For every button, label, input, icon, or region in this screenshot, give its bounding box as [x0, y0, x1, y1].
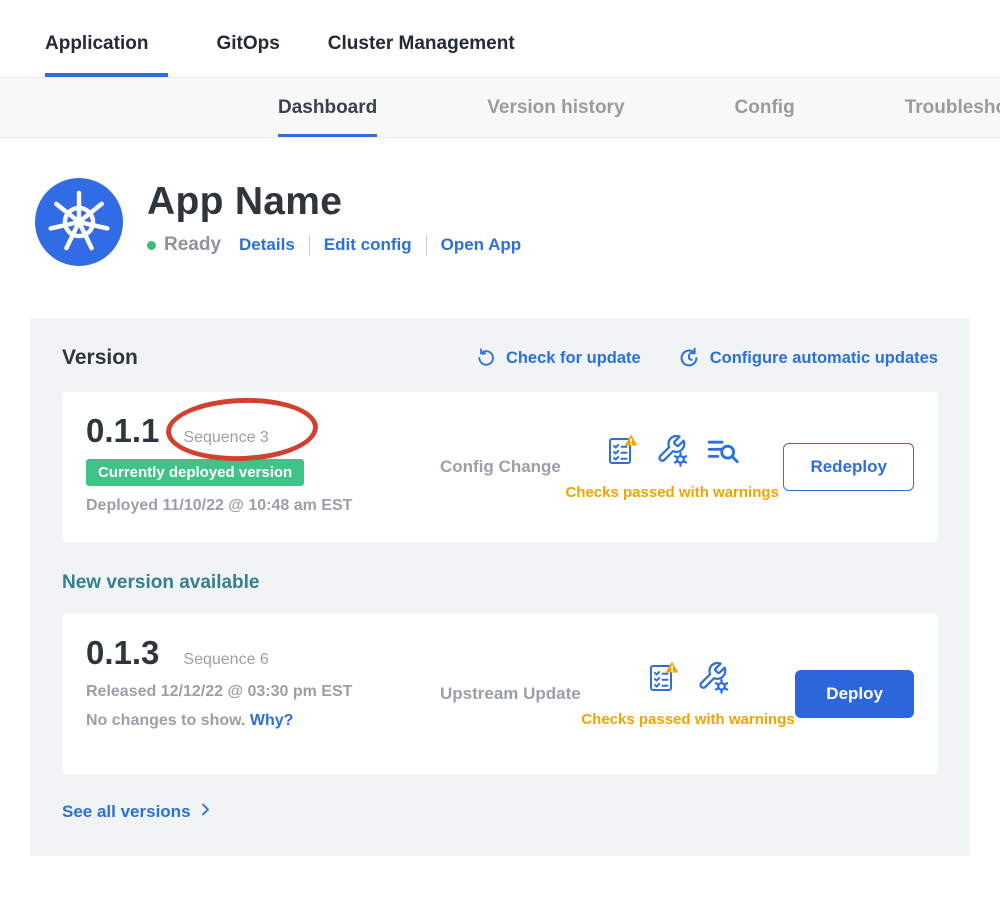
new-version-number: 0.1.3: [86, 634, 159, 672]
app-meta: App Name Ready Details Edit config Open …: [147, 178, 521, 256]
sub-nav: Dashboard Version history Config Trouble…: [0, 78, 1000, 138]
new-version-actions: Upstream Update: [438, 634, 914, 754]
checklist-warning-icon[interactable]: [646, 660, 680, 699]
checks-column: Checks passed with warnings: [565, 433, 778, 501]
current-version-actions: Config Change: [438, 412, 914, 522]
kubernetes-logo-icon: [35, 178, 123, 266]
tab-config[interactable]: Config: [735, 78, 795, 137]
chevron-right-icon: [198, 802, 213, 822]
current-version-info: 0.1.1 Sequence 3 Currently deployed vers…: [86, 412, 438, 522]
tab-gitops[interactable]: GitOps: [216, 33, 279, 77]
check-for-update-label: Check for update: [506, 349, 641, 368]
status-text: Ready: [164, 234, 221, 256]
panel-title: Version: [62, 346, 138, 370]
tab-troubleshoot[interactable]: Troubleshoot: [905, 78, 1000, 137]
version-panel: Version Check for update: [30, 318, 970, 856]
change-type-label: Config Change: [440, 457, 561, 477]
no-changes-text: No changes to show.: [86, 712, 245, 729]
version-line: 0.1.3 Sequence 6: [86, 634, 438, 672]
configure-automatic-updates-link[interactable]: Configure automatic updates: [677, 346, 938, 370]
new-version-heading: New version available: [62, 572, 938, 594]
page-title: App Name: [147, 180, 521, 224]
top-nav: Application GitOps Cluster Management: [0, 0, 1000, 78]
no-changes-row: No changes to show. Why?: [86, 712, 438, 730]
divider: [426, 235, 427, 255]
status-row: Ready Details Edit config Open App: [147, 234, 521, 256]
current-version-number: 0.1.1: [86, 412, 159, 450]
deploy-button[interactable]: Deploy: [795, 670, 914, 718]
checks-icons-row: [605, 433, 739, 472]
wrench-gear-icon[interactable]: [696, 660, 730, 699]
page: Application GitOps Cluster Management Da…: [0, 0, 1000, 856]
wrench-gear-icon[interactable]: [655, 433, 689, 472]
file-search-icon[interactable]: [705, 433, 739, 472]
new-sequence-label: Sequence 6: [183, 651, 268, 669]
released-timestamp: Released 12/12/22 @ 03:30 pm EST: [86, 683, 438, 701]
current-version-card: 0.1.1 Sequence 3 Currently deployed vers…: [62, 392, 938, 542]
checks-icons-row: [646, 660, 730, 699]
deployed-timestamp: Deployed 11/10/22 @ 10:48 am EST: [86, 497, 438, 515]
tab-version-history[interactable]: Version history: [487, 78, 624, 137]
check-for-update-link[interactable]: Check for update: [475, 347, 641, 369]
redeploy-button[interactable]: Redeploy: [783, 443, 914, 491]
currently-deployed-badge: Currently deployed version: [86, 459, 304, 486]
divider: [309, 235, 310, 255]
new-version-card: 0.1.3 Sequence 6 Released 12/12/22 @ 03:…: [62, 614, 938, 774]
edit-config-link[interactable]: Edit config: [324, 235, 412, 255]
version-panel-header: Version Check for update: [62, 346, 938, 370]
see-all-versions-label: See all versions: [62, 802, 191, 822]
app-header: App Name Ready Details Edit config Open …: [0, 138, 1000, 266]
see-all-versions-link[interactable]: See all versions: [62, 802, 938, 822]
configure-automatic-updates-label: Configure automatic updates: [710, 349, 938, 368]
checks-status: Checks passed with warnings: [581, 711, 794, 728]
current-sequence-label: Sequence 3: [183, 429, 268, 447]
details-link[interactable]: Details: [239, 235, 295, 255]
refresh-icon: [475, 347, 497, 369]
checks-column: Checks passed with warnings: [581, 660, 794, 728]
tab-cluster-management[interactable]: Cluster Management: [328, 33, 515, 77]
status-dot-icon: [147, 241, 156, 250]
version-line: 0.1.1 Sequence 3: [86, 412, 438, 450]
checklist-warning-icon[interactable]: [605, 433, 639, 472]
checks-status: Checks passed with warnings: [565, 484, 778, 501]
change-type-label: Upstream Update: [440, 684, 581, 704]
open-app-link[interactable]: Open App: [441, 235, 522, 255]
tab-dashboard[interactable]: Dashboard: [278, 78, 377, 137]
new-version-info: 0.1.3 Sequence 6 Released 12/12/22 @ 03:…: [86, 634, 438, 754]
tab-application[interactable]: Application: [45, 33, 168, 77]
why-link[interactable]: Why?: [250, 712, 294, 729]
auto-update-clock-icon: [677, 346, 701, 370]
panel-actions: Check for update Configure automatic upd…: [475, 346, 938, 370]
